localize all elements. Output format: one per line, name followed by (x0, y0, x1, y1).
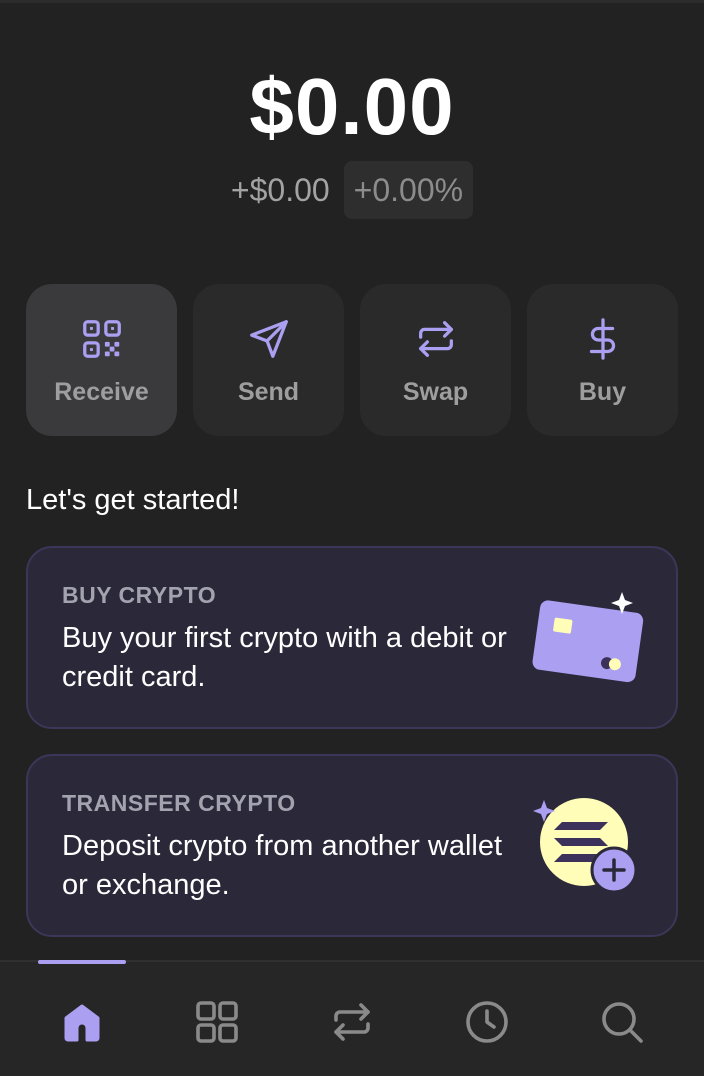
transfer-crypto-card[interactable]: TRANSFER CRYPTO Deposit crypto from anot… (26, 754, 678, 937)
balance-change-row: +$0.00 +0.00% (0, 161, 704, 219)
tab-collectibles[interactable] (189, 994, 245, 1050)
deposit-coin-icon (533, 798, 638, 894)
balance-total: $0.00 (249, 62, 455, 151)
buy-label: Buy (578, 378, 627, 406)
balance-change-amount: +$0.00 (230, 171, 330, 208)
send-label: Send (237, 378, 300, 406)
balance-change-percent: +0.00% (343, 161, 474, 219)
search-icon (602, 1002, 643, 1043)
history-icon (466, 1001, 508, 1043)
tab-search[interactable] (594, 994, 650, 1050)
send-icon (249, 320, 288, 358)
swap-button[interactable]: Swap (360, 284, 511, 436)
receive-button[interactable]: Receive (26, 284, 177, 436)
buy-button[interactable]: Buy (527, 284, 678, 436)
swap-icon (334, 1003, 370, 1041)
credit-card-icon (532, 592, 644, 683)
qr-code-icon (82, 320, 121, 358)
send-button[interactable]: Send (193, 284, 344, 436)
tab-swap[interactable] (324, 994, 380, 1050)
active-tab-indicator (38, 960, 126, 964)
swap-icon (418, 321, 453, 357)
quick-actions: Receive Send Swap Buy (26, 284, 678, 436)
dollar-icon (589, 318, 615, 360)
swap-label: Swap (402, 378, 469, 406)
tab-home[interactable] (54, 994, 110, 1050)
grid-icon (196, 1001, 238, 1043)
bottom-tab-bar (0, 960, 704, 1076)
buy-crypto-card[interactable]: BUY CRYPTO Buy your first crypto with a … (26, 546, 678, 729)
top-divider (0, 0, 704, 3)
card-description: Deposit crypto from another wallet or ex… (62, 830, 503, 901)
getting-started-title: Let's get started! (26, 484, 240, 516)
card-description: Buy your first crypto with a debit or cr… (62, 622, 507, 693)
tab-activity[interactable] (459, 994, 515, 1050)
home-icon (64, 1004, 100, 1042)
wallet-home-screen: $0.00 +$0.00 +0.00% Receive Send Swap Bu… (0, 0, 704, 1076)
receive-label: Receive (54, 378, 149, 406)
